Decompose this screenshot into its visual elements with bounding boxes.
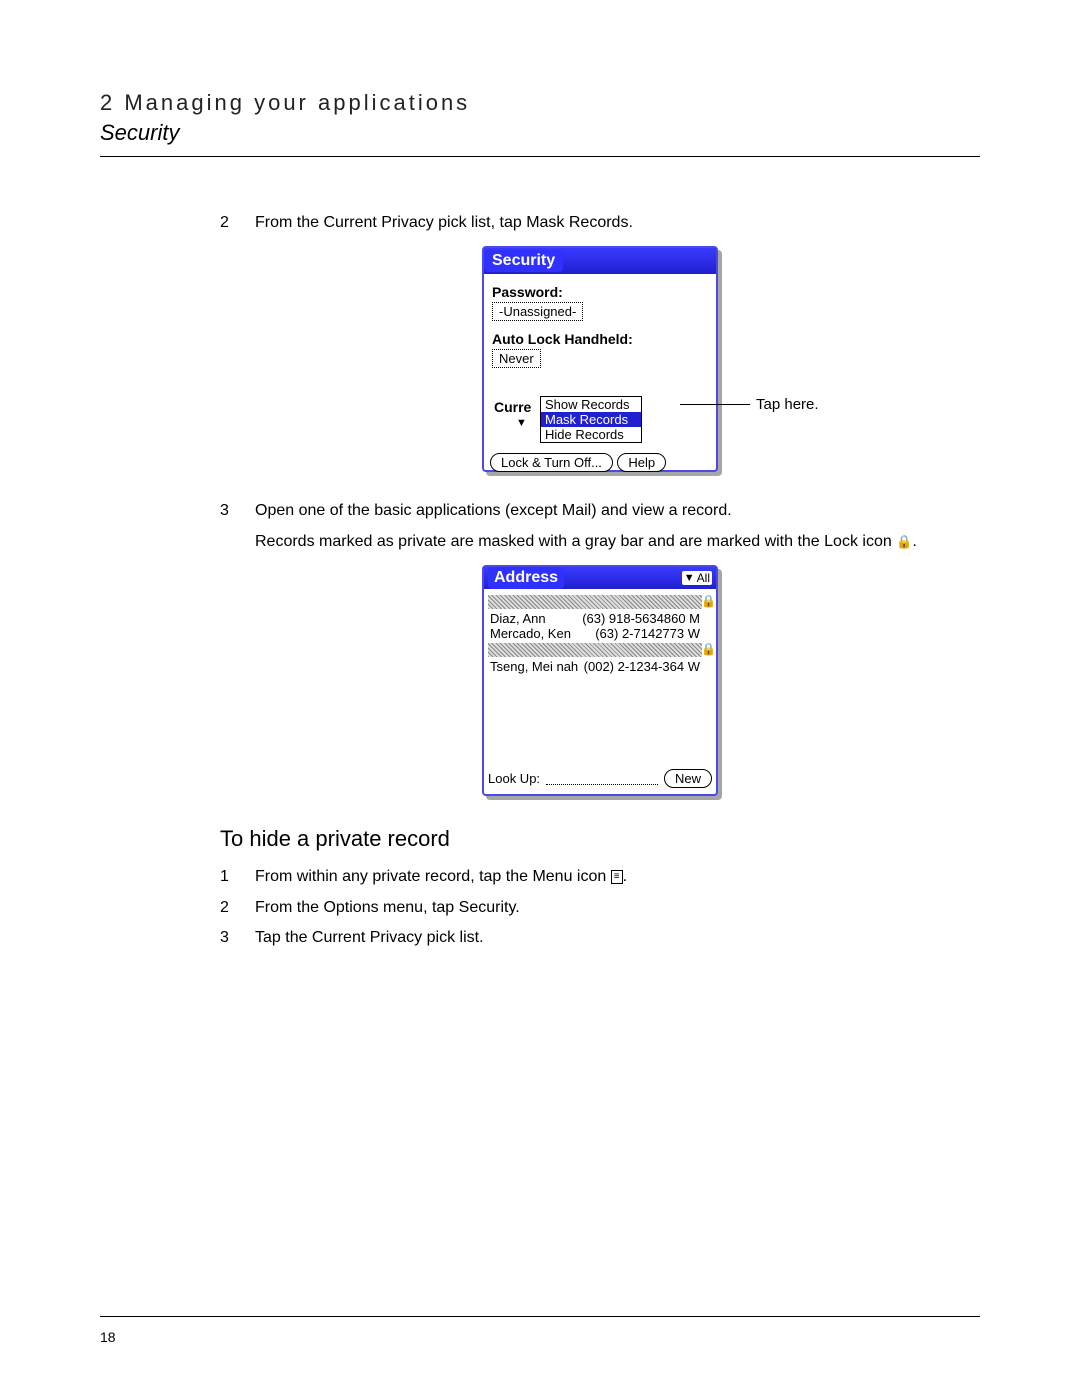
step-number: 1 bbox=[220, 866, 255, 888]
app-titlebar: Security bbox=[484, 248, 716, 274]
page-number: 18 bbox=[100, 1329, 116, 1345]
header-divider bbox=[100, 156, 980, 157]
new-button[interactable]: New bbox=[664, 769, 712, 788]
picklist-option-mask[interactable]: Mask Records bbox=[541, 412, 641, 427]
step-number: 2 bbox=[220, 897, 255, 919]
step-text-after: . bbox=[623, 868, 627, 885]
contact-name: Diaz, Ann bbox=[490, 611, 546, 626]
step-number: 3 bbox=[220, 927, 255, 949]
step-text: From the Current Privacy pick list, tap … bbox=[255, 212, 980, 234]
contact-phone: (63) 2-7142773 W bbox=[595, 626, 700, 641]
followup-end: . bbox=[912, 533, 916, 550]
lock-turnoff-button[interactable]: Lock & Turn Off... bbox=[490, 453, 613, 472]
callout-line bbox=[680, 404, 750, 405]
callout-text: Tap here. bbox=[756, 396, 819, 413]
picklist-option-show[interactable]: Show Records bbox=[541, 397, 641, 412]
security-screen: Security Password: -Unassigned- Auto Loc… bbox=[482, 246, 718, 472]
step-text-before: From within any private record, tap the … bbox=[255, 868, 611, 885]
app-title: Security bbox=[484, 250, 563, 272]
address-row[interactable]: Diaz, Ann (63) 918-5634860 M bbox=[488, 611, 702, 626]
subheading: To hide a private record bbox=[220, 826, 980, 852]
privacy-picklist[interactable]: Show Records Mask Records Hide Records bbox=[540, 396, 642, 443]
step-followup: Records marked as private are masked wit… bbox=[220, 531, 980, 553]
contact-name: Mercado, Ken bbox=[490, 626, 571, 641]
step-item: 2 From the Options menu, tap Security. bbox=[220, 897, 980, 919]
figure-address: Address ▼All 🔒 Diaz, Ann (63) 918-563486… bbox=[220, 565, 980, 796]
category-dropdown[interactable]: ▼All bbox=[682, 571, 712, 585]
lock-icon: 🔒 bbox=[701, 594, 716, 608]
help-button[interactable]: Help bbox=[617, 453, 666, 472]
followup-text: Records marked as private are masked wit… bbox=[255, 533, 892, 550]
step-text: Tap the Current Privacy pick list. bbox=[255, 927, 980, 949]
password-value[interactable]: -Unassigned- bbox=[492, 302, 583, 321]
masked-record-row[interactable]: 🔒 bbox=[488, 643, 702, 657]
picklist-option-hide[interactable]: Hide Records bbox=[541, 427, 641, 442]
body-content: 2 From the Current Privacy pick list, ta… bbox=[220, 212, 980, 949]
step-item: 2 From the Current Privacy pick list, ta… bbox=[220, 212, 980, 234]
step-text: From the Options menu, tap Security. bbox=[255, 897, 980, 919]
lookup-label: Look Up: bbox=[488, 771, 540, 786]
lock-icon: 🔒 bbox=[896, 534, 912, 549]
address-row[interactable]: Mercado, Ken (63) 2-7142773 W bbox=[488, 626, 702, 641]
step-text: Open one of the basic applications (exce… bbox=[255, 500, 980, 522]
figure-security: Security Password: -Unassigned- Auto Loc… bbox=[220, 246, 980, 472]
chapter-title: 2 Managing your applications bbox=[100, 90, 980, 116]
step-number: 2 bbox=[220, 212, 255, 234]
address-screen: Address ▼All 🔒 Diaz, Ann (63) 918-563486… bbox=[482, 565, 718, 796]
password-label: Password: bbox=[492, 284, 708, 300]
current-privacy-label-truncated: Curre bbox=[494, 399, 531, 415]
address-row[interactable]: Tseng, Mei nah (002) 2-1234-364 W bbox=[488, 659, 702, 674]
manual-page: 2 Managing your applications Security 2 … bbox=[0, 0, 1080, 1397]
callout-tap-here: Tap here. bbox=[680, 396, 819, 413]
contact-name: Tseng, Mei nah bbox=[490, 659, 578, 674]
step-item: 1 From within any private record, tap th… bbox=[220, 866, 980, 888]
step-item: 3 Open one of the basic applications (ex… bbox=[220, 500, 980, 522]
step-number: 3 bbox=[220, 500, 255, 522]
dropdown-caret: ▼ bbox=[516, 417, 527, 429]
lock-icon: 🔒 bbox=[701, 642, 716, 656]
lookup-input[interactable] bbox=[546, 772, 658, 785]
autolock-value[interactable]: Never bbox=[492, 349, 541, 368]
step-item: 3 Tap the Current Privacy pick list. bbox=[220, 927, 980, 949]
app-titlebar: Address ▼All bbox=[484, 567, 716, 589]
footer-divider bbox=[100, 1316, 980, 1317]
app-title: Address bbox=[488, 567, 564, 589]
menu-icon: ≡ bbox=[611, 870, 623, 884]
masked-record-row[interactable]: 🔒 bbox=[488, 595, 702, 609]
contact-phone: (002) 2-1234-364 W bbox=[584, 659, 700, 674]
autolock-label: Auto Lock Handheld: bbox=[492, 331, 708, 347]
section-title: Security bbox=[100, 120, 980, 146]
contact-phone: (63) 918-5634860 M bbox=[582, 611, 700, 626]
